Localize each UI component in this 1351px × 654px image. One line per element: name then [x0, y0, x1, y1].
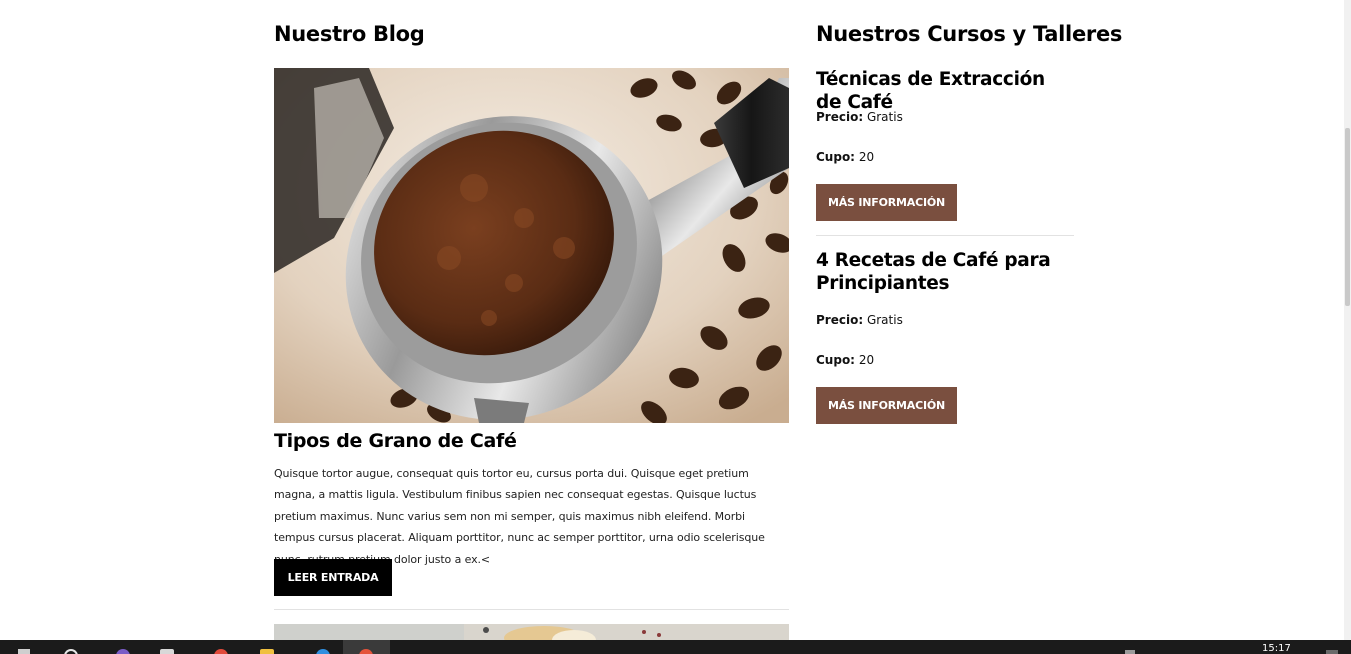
- course-price: Precio: Gratis: [816, 110, 903, 124]
- slots-value: 20: [858, 353, 875, 367]
- course-card: 4 Recetas de Café para Principiantes Pre…: [816, 249, 1074, 424]
- back-icon[interactable]: [18, 649, 30, 654]
- next-blog-post-image[interactable]: [274, 624, 789, 640]
- notepad-icon[interactable]: [160, 649, 174, 654]
- course-title[interactable]: Técnicas de Extracción de Café: [816, 68, 1074, 114]
- read-post-button[interactable]: LEER ENTRADA: [274, 559, 392, 596]
- notifications-icon[interactable]: [1326, 650, 1338, 654]
- slots-label: Cupo:: [816, 150, 855, 164]
- visual-studio-icon[interactable]: [116, 649, 130, 654]
- coffee-portafilter-photo: [274, 68, 789, 423]
- search-icon[interactable]: [64, 649, 78, 654]
- slots-value: 20: [858, 150, 875, 164]
- next-post-photo: [274, 624, 789, 640]
- course-slots: Cupo: 20: [816, 150, 874, 164]
- course-price: Precio: Gratis: [816, 313, 903, 327]
- price-value: Gratis: [866, 313, 903, 327]
- price-label: Precio:: [816, 313, 864, 327]
- tray-icon[interactable]: [1125, 650, 1135, 654]
- vscode-icon[interactable]: [316, 649, 330, 654]
- blog-post-title[interactable]: Tipos de Grano de Café: [274, 430, 517, 452]
- price-value: Gratis: [866, 110, 903, 124]
- courses-heading: Nuestros Cursos y Talleres: [816, 22, 1123, 46]
- page-scrollbar[interactable]: [1344, 0, 1351, 640]
- course-card: Técnicas de Extracción de Café Precio: G…: [816, 68, 1074, 221]
- price-label: Precio:: [816, 110, 864, 124]
- course-slots: Cupo: 20: [816, 353, 874, 367]
- chrome-icon[interactable]: [214, 649, 228, 654]
- more-info-button[interactable]: MÁS INFORMACIÓN: [816, 387, 957, 424]
- blog-post-image[interactable]: [274, 68, 789, 423]
- scrollbar-thumb[interactable]: [1345, 128, 1350, 306]
- blog-post-excerpt: Quisque tortor augue, consequat quis tor…: [274, 467, 765, 566]
- course-title[interactable]: 4 Recetas de Café para Principiantes: [816, 249, 1074, 295]
- more-info-button[interactable]: MÁS INFORMACIÓN: [816, 184, 957, 221]
- divider: [274, 609, 789, 610]
- folder-icon[interactable]: [260, 649, 274, 654]
- slots-label: Cupo:: [816, 353, 855, 367]
- taskbar-clock[interactable]: 15:17: [1262, 643, 1291, 654]
- divider: [816, 235, 1074, 236]
- taskbar: 15:17: [0, 640, 1351, 654]
- blog-heading: Nuestro Blog: [274, 22, 425, 46]
